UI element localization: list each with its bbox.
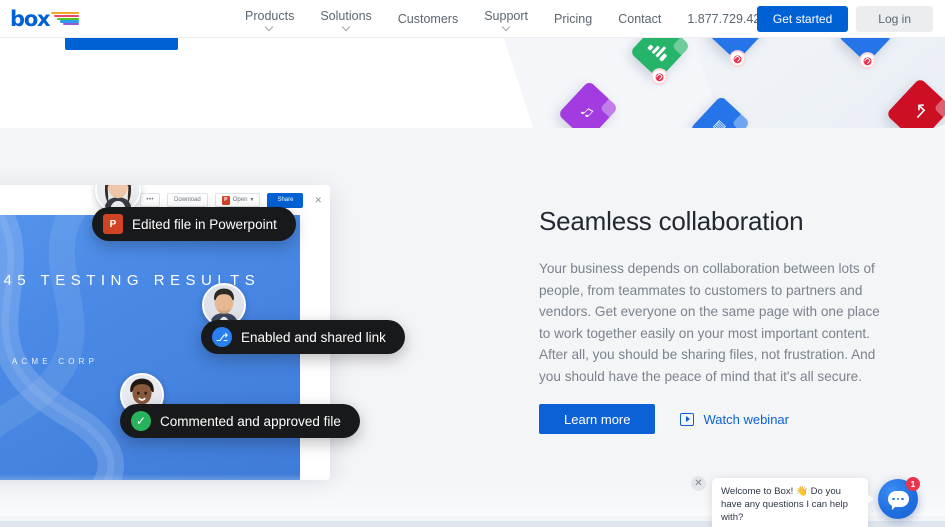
slide-title: PRODUCT 3045 TESTING RESULTS xyxy=(0,272,261,289)
copy-block: Seamless collaboration Your business dep… xyxy=(539,206,889,387)
nav-label: Support xyxy=(484,8,528,23)
hero-cta-button-cropped[interactable] xyxy=(65,38,178,50)
notification-pill-powerpoint: P Edited file in Powerpoint xyxy=(92,207,296,241)
nav-label: Contact xyxy=(618,12,662,26)
chevron-down-icon xyxy=(343,26,350,30)
more-options-button[interactable]: ••• xyxy=(140,193,161,207)
box-logo-swoosh-icon xyxy=(51,12,79,26)
site-header: box Products Solutions Customers Support xyxy=(0,0,945,38)
nav-item-support[interactable]: Support xyxy=(471,0,541,38)
header-actions: Get started Log in xyxy=(756,6,933,32)
learn-more-button[interactable]: Learn more xyxy=(539,404,656,434)
log-in-button[interactable]: Log in xyxy=(856,6,933,32)
link-icon: ⎇ xyxy=(212,327,232,347)
watch-webinar-link[interactable]: Watch webinar xyxy=(680,412,789,427)
play-video-icon xyxy=(680,412,695,426)
open-with-button[interactable]: P Open ▾ xyxy=(214,193,261,207)
collaboration-section: ••• Download P Open ▾ Share ✕ PRODUCT 30… xyxy=(0,128,945,522)
chevron-down-icon xyxy=(266,26,273,30)
pill-label: Edited file in Powerpoint xyxy=(132,216,277,232)
nav-item-contact[interactable]: Contact xyxy=(605,0,674,38)
page-root: box Products Solutions Customers Support xyxy=(0,0,945,527)
chat-close-button[interactable]: ✕ xyxy=(691,476,706,491)
chat-welcome-message: Welcome to Box! 👋 Do you have any questi… xyxy=(712,478,874,527)
nav-label: Customers xyxy=(397,12,459,26)
chat-unread-badge: 1 xyxy=(906,477,920,491)
powerpoint-icon: P xyxy=(221,195,230,205)
share-button[interactable]: Share xyxy=(267,192,304,208)
cta-row: Learn more Watch webinar xyxy=(539,404,789,434)
page-title: Seamless collaboration xyxy=(539,206,804,236)
dna-helix-decoration xyxy=(0,215,124,480)
box-logo[interactable]: box xyxy=(10,7,80,31)
box-logo-text: box xyxy=(10,7,51,31)
get-started-button[interactable]: Get started xyxy=(756,6,849,32)
nav-label: Solutions xyxy=(320,8,372,23)
nav-label: Pricing xyxy=(554,12,593,26)
main-nav: Products Solutions Customers Support Pri… xyxy=(232,0,787,38)
check-circle-icon: ✓ xyxy=(131,411,151,431)
body-paragraph: Your business depends on collaboration b… xyxy=(539,261,880,384)
notification-pill-approved: ✓ Commented and approved file xyxy=(120,404,360,438)
hero-strip: ♫ ▤ ↰ xyxy=(0,38,945,128)
slide-subtitle: ACME CORP xyxy=(11,357,99,366)
watch-webinar-label: Watch webinar xyxy=(703,411,789,427)
close-icon[interactable]: ✕ xyxy=(310,195,322,206)
notification-pill-shared-link: ⎇ Enabled and shared link xyxy=(201,320,405,354)
caret-down-icon: ▾ xyxy=(250,197,254,203)
nav-label: Products xyxy=(245,8,295,23)
chat-bubble-icon xyxy=(887,491,909,510)
nav-item-customers[interactable]: Customers xyxy=(385,0,471,38)
pill-label: Enabled and shared link xyxy=(241,329,386,345)
download-button[interactable]: Download xyxy=(167,193,208,207)
nav-item-solutions[interactable]: Solutions xyxy=(307,0,384,38)
open-label: Open xyxy=(232,197,248,203)
powerpoint-icon: P xyxy=(103,214,123,234)
nav-item-products[interactable]: Products xyxy=(232,0,307,38)
chevron-down-icon xyxy=(503,26,510,30)
nav-item-pricing[interactable]: Pricing xyxy=(541,0,605,38)
pill-label: Commented and approved file xyxy=(160,413,341,429)
avatar-photo xyxy=(204,285,244,325)
